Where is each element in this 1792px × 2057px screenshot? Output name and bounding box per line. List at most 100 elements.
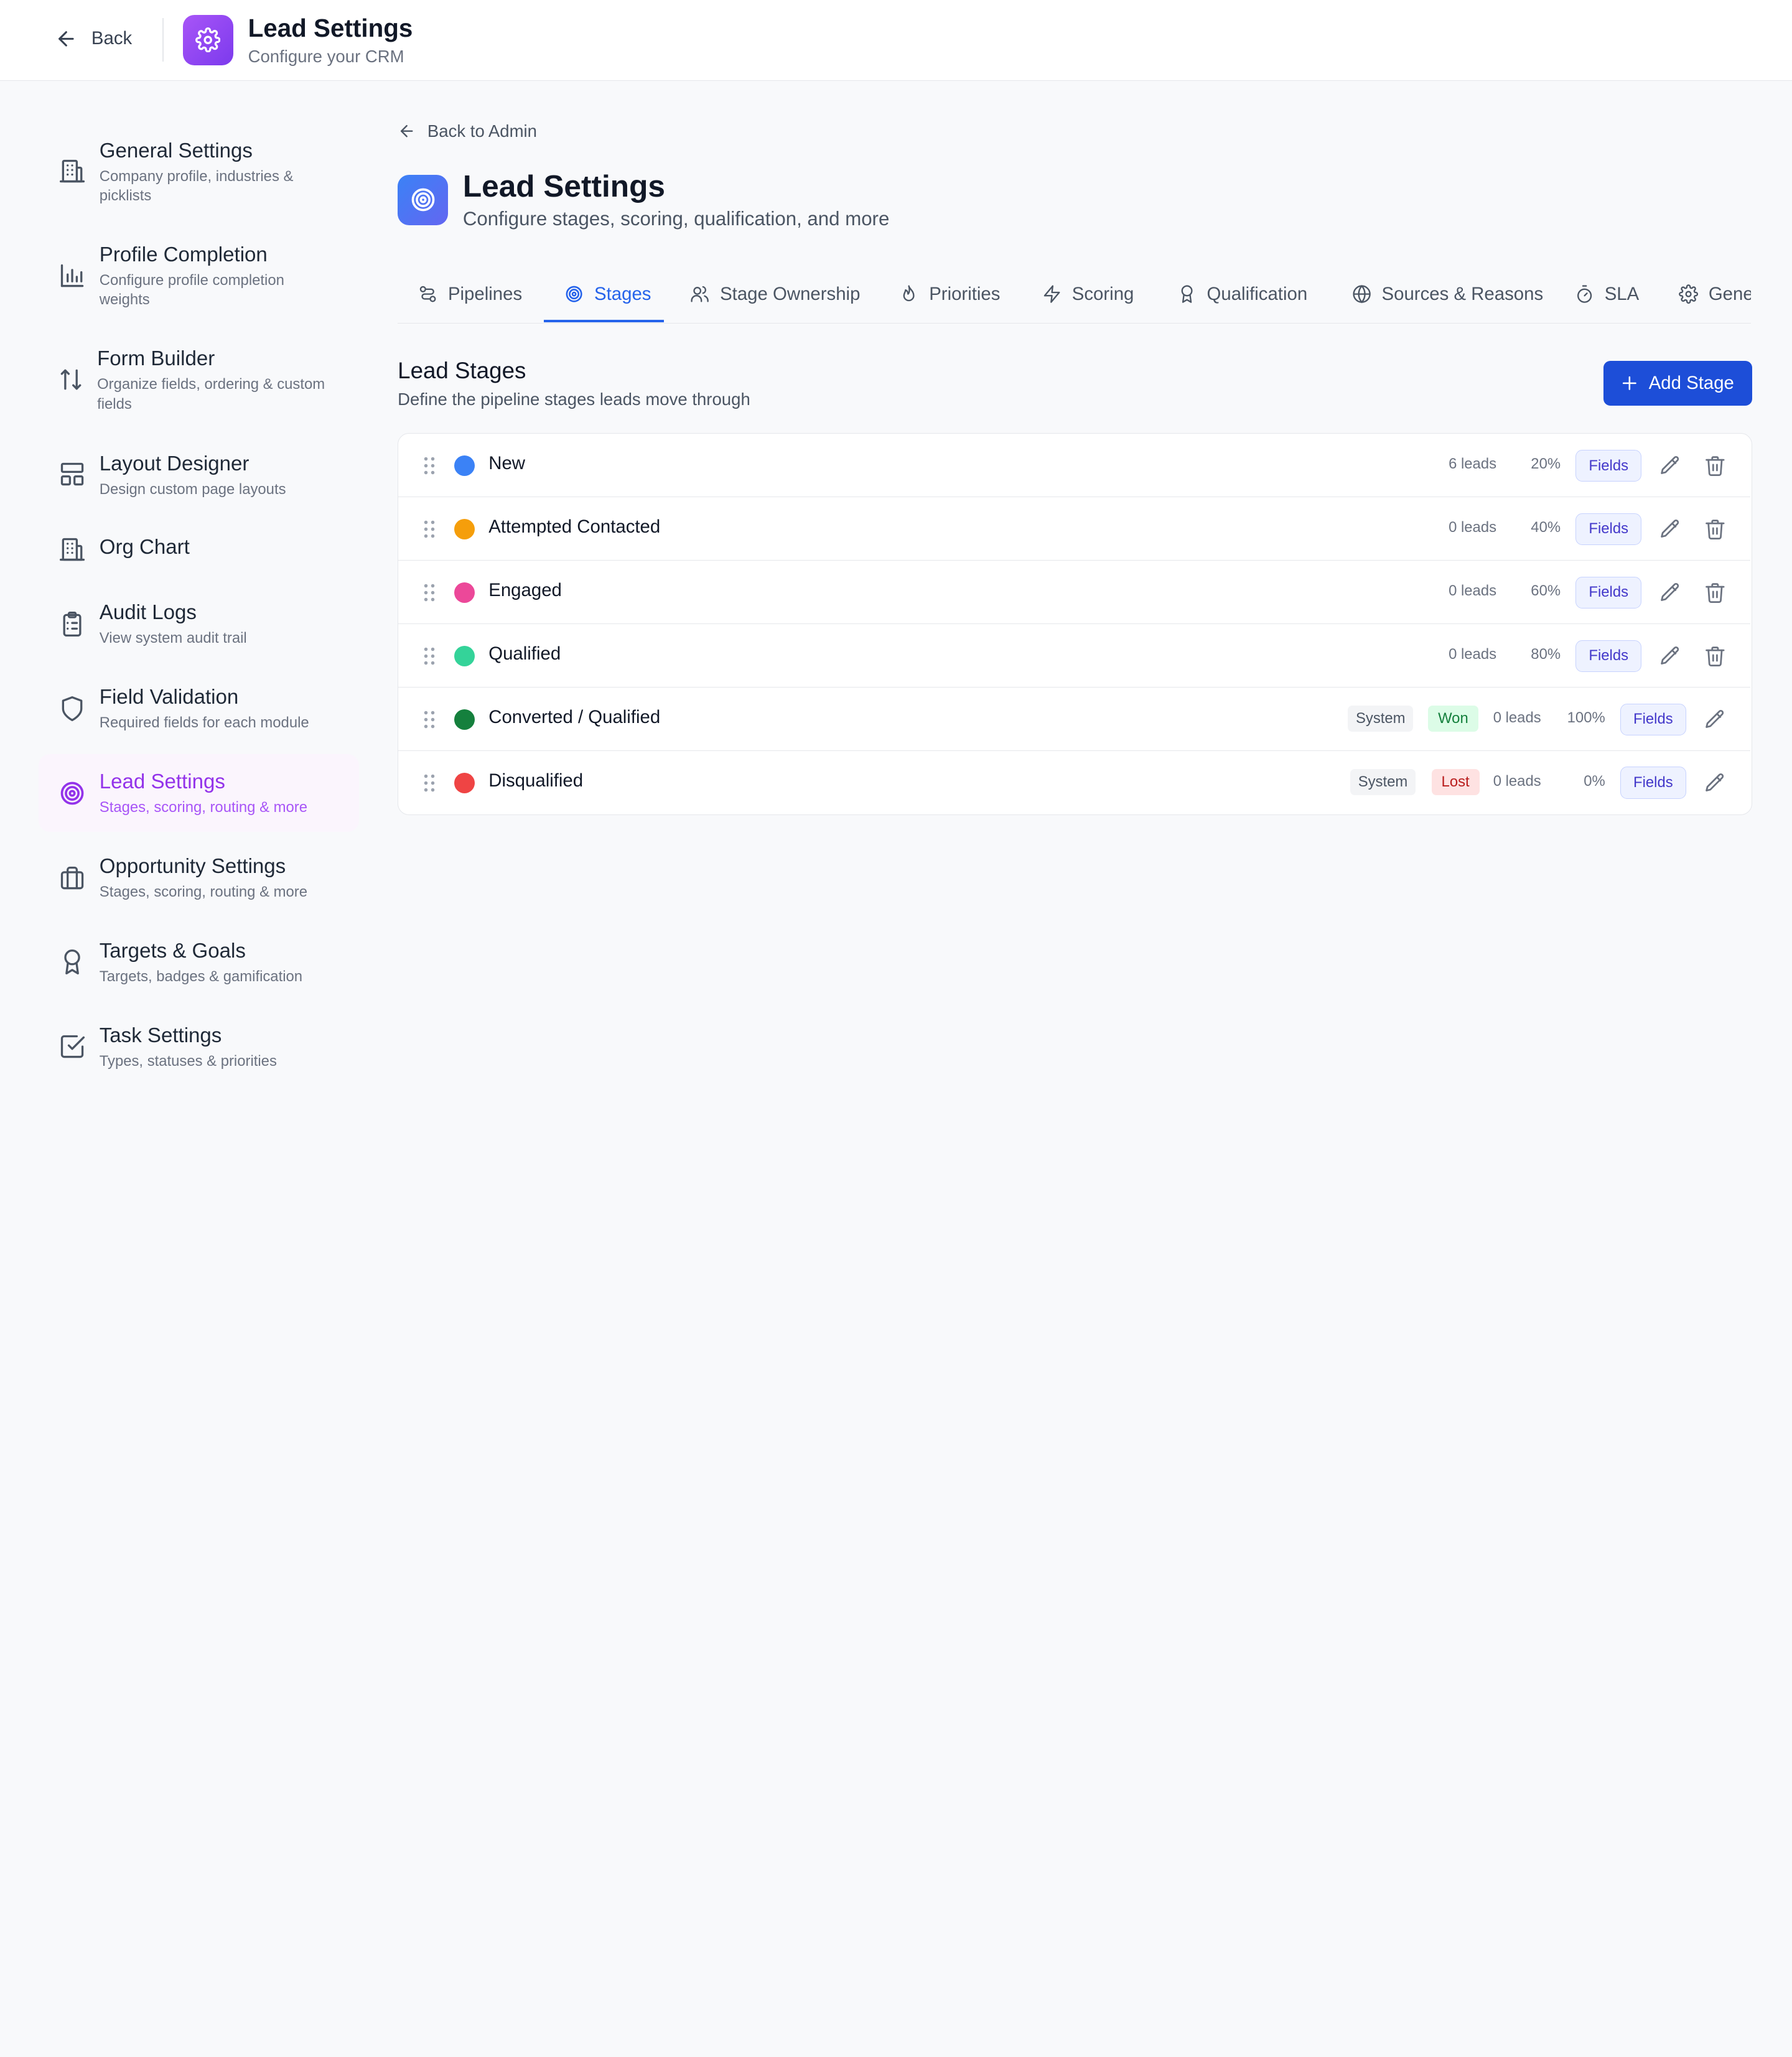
shield-icon bbox=[58, 695, 86, 722]
tab-label: Stage Ownership bbox=[720, 283, 861, 304]
header-divider bbox=[162, 18, 164, 62]
sidebar-item-profile-completion[interactable]: Profile Completion Configure profile com… bbox=[39, 238, 358, 318]
sidebar-item-form-builder[interactable]: Form Builder Organize fields, ordering &… bbox=[39, 342, 358, 422]
back-label: Back bbox=[91, 28, 133, 49]
sidebar-item-task-settings[interactable]: Task Settings Types, statuses & prioriti… bbox=[39, 1018, 358, 1078]
stage-list: New 6 leads 20% Fields Attempted Contact… bbox=[398, 433, 1752, 815]
add-stage-label: Add Stage bbox=[1648, 373, 1734, 394]
fields-button[interactable]: Fields bbox=[1575, 576, 1642, 609]
fields-button[interactable]: Fields bbox=[1620, 703, 1687, 735]
sidebar-item-title: Lead Settings bbox=[99, 770, 225, 793]
system-badge: System bbox=[1350, 769, 1416, 796]
drag-handle-icon[interactable] bbox=[422, 519, 436, 539]
plus-icon bbox=[1622, 376, 1636, 391]
add-stage-button[interactable]: Add Stage bbox=[1603, 361, 1752, 406]
trash-icon[interactable] bbox=[1704, 454, 1727, 477]
edit-pencil-icon[interactable] bbox=[1659, 518, 1682, 541]
header-gear-icon bbox=[182, 14, 233, 65]
fields-button[interactable]: Fields bbox=[1575, 640, 1642, 673]
stage-lead-count: 6 leads bbox=[1449, 455, 1497, 472]
zap-icon bbox=[1043, 285, 1060, 304]
award-icon bbox=[58, 948, 86, 976]
tab-qualification[interactable]: Qualification bbox=[1177, 265, 1308, 323]
edit-pencil-icon[interactable] bbox=[1704, 772, 1727, 795]
drag-handle-icon[interactable] bbox=[422, 773, 436, 793]
sidebar-item-targets-goals[interactable]: Targets & Goals Targets, badges & gamifi… bbox=[39, 934, 358, 994]
sidebar-item-title: Field Validation bbox=[99, 685, 239, 709]
tab-priorities[interactable]: Priorities bbox=[899, 265, 1000, 323]
top-header: Back Lead Settings Configure your CRM bbox=[0, 0, 1792, 82]
timer-icon bbox=[1577, 285, 1592, 304]
tab-stages[interactable]: Stages bbox=[564, 265, 651, 323]
tab-sources-reasons[interactable]: Sources & Reasons bbox=[1352, 265, 1543, 323]
sidebar-item-title: Opportunity Settings bbox=[99, 854, 286, 878]
sidebar-item-desc: View system audit trail bbox=[99, 630, 247, 647]
flame-icon bbox=[903, 285, 915, 302]
sidebar-item-audit-logs[interactable]: Audit Logs View system audit trail bbox=[39, 595, 358, 655]
sidebar-item-general-settings[interactable]: General Settings Company profile, indust… bbox=[39, 134, 358, 214]
drag-handle-icon[interactable] bbox=[422, 646, 436, 666]
sidebar-item-desc: Company profile, industries & picklists bbox=[99, 168, 294, 205]
sidebar-item-title: Targets & Goals bbox=[99, 939, 246, 963]
sidebar-item-title: General Settings bbox=[99, 139, 253, 163]
trash-icon[interactable] bbox=[1704, 645, 1727, 668]
sidebar-item-desc: Organize fields, ordering & custom field… bbox=[97, 376, 325, 413]
stage-probability: 0% bbox=[1584, 772, 1605, 790]
tab-pipelines[interactable]: Pipelines bbox=[418, 265, 522, 323]
drag-handle-icon[interactable] bbox=[422, 709, 436, 730]
sidebar-item-title: Org Chart bbox=[99, 536, 190, 559]
stage-row: New 6 leads 20% Fields bbox=[398, 434, 1750, 498]
trash-icon[interactable] bbox=[1704, 518, 1727, 541]
tab-stage-ownership[interactable]: Stage Ownership bbox=[690, 265, 861, 323]
stage-name: Attempted Contacted bbox=[488, 516, 661, 538]
globe-icon bbox=[1353, 285, 1371, 304]
fields-button[interactable]: Fields bbox=[1575, 449, 1642, 482]
sidebar-item-desc: Stages, scoring, routing & more bbox=[99, 883, 307, 900]
lost-badge: Lost bbox=[1431, 769, 1480, 796]
stage-row: Converted / Qualified System Won 0 leads… bbox=[398, 688, 1750, 751]
tab-label: SLA bbox=[1604, 283, 1640, 304]
stage-lead-count: 0 leads bbox=[1449, 518, 1497, 536]
sidebar-item-opportunity-settings[interactable]: Opportunity Settings Stages, scoring, ro… bbox=[39, 849, 358, 909]
tab-label: Qualification bbox=[1206, 283, 1308, 304]
stage-color-dot bbox=[454, 582, 475, 603]
sidebar-item-layout-designer[interactable]: Layout Designer Design custom page layou… bbox=[39, 447, 358, 506]
page-title: Lead Settings bbox=[462, 168, 665, 203]
users-icon bbox=[691, 286, 709, 302]
fields-button[interactable]: Fields bbox=[1575, 513, 1642, 546]
trash-icon[interactable] bbox=[1704, 581, 1727, 604]
sidebar-item-org-chart[interactable]: Org Chart bbox=[39, 530, 358, 569]
edit-pencil-icon[interactable] bbox=[1659, 581, 1682, 604]
page-subtitle: Configure stages, scoring, qualification… bbox=[462, 208, 890, 230]
edit-pencil-icon[interactable] bbox=[1659, 454, 1682, 477]
arrow-left-icon bbox=[401, 124, 413, 138]
stage-name: Disqualified bbox=[488, 770, 584, 791]
back-button[interactable]: Back bbox=[55, 27, 132, 50]
award-icon bbox=[1181, 285, 1193, 304]
tab-scoring[interactable]: Scoring bbox=[1042, 265, 1134, 323]
stage-row: Attempted Contacted 0 leads 40% Fields bbox=[398, 497, 1750, 561]
fields-button[interactable]: Fields bbox=[1620, 767, 1687, 799]
stage-color-dot bbox=[454, 645, 475, 666]
sidebar-item-field-validation[interactable]: Field Validation Required fields for eac… bbox=[39, 680, 358, 740]
tab-general[interactable]: Gene bbox=[1679, 265, 1751, 323]
sort-arrows-icon bbox=[57, 366, 85, 393]
sidebar-item-desc: Design custom page layouts bbox=[99, 481, 286, 498]
section-title: Lead Stages bbox=[398, 357, 526, 383]
tab-sla[interactable]: SLA bbox=[1575, 265, 1640, 323]
stage-color-dot bbox=[454, 518, 475, 539]
arrow-left-icon bbox=[58, 31, 74, 47]
stage-probability: 100% bbox=[1567, 709, 1605, 726]
drag-handle-icon[interactable] bbox=[422, 582, 436, 603]
edit-pencil-icon[interactable] bbox=[1704, 708, 1727, 731]
drag-handle-icon[interactable] bbox=[422, 455, 436, 476]
edit-pencil-icon[interactable] bbox=[1659, 645, 1682, 668]
back-to-admin-link[interactable]: Back to Admin bbox=[398, 121, 537, 141]
stage-color-dot bbox=[454, 709, 475, 730]
stage-lead-count: 0 leads bbox=[1449, 582, 1497, 599]
clipboard-list-icon bbox=[58, 610, 86, 638]
sidebar-item-title: Audit Logs bbox=[99, 601, 197, 625]
sidebar-item-lead-settings[interactable]: Lead Settings Stages, scoring, routing &… bbox=[39, 754, 359, 833]
settings-tabs: Pipelines Stages Stage Ownership Priorit… bbox=[398, 265, 1751, 324]
sidebar-item-desc: Configure profile completion weights bbox=[99, 272, 284, 309]
